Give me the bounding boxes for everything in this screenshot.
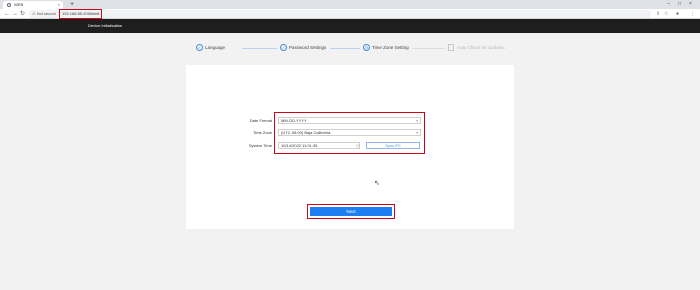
step-connector: [330, 48, 360, 49]
time-zone-value: (UTC-08:00) Baja California: [281, 130, 331, 135]
new-tab-button[interactable]: +: [70, 0, 74, 9]
not-secure-indicator[interactable]: ⚠ Not secure: [32, 10, 56, 18]
reload-icon[interactable]: ↻: [20, 9, 25, 19]
maximize-button[interactable]: □: [678, 0, 681, 9]
check-circle-icon: ✓: [196, 44, 203, 51]
url-text[interactable]: 192.168.55.209/#/init: [59, 9, 103, 19]
highlight-box: Next: [307, 204, 395, 219]
browser-tab-strip: WEB × + – □ ×: [0, 0, 700, 9]
time-zone-panel: Date Format MM-DD-YYYY ▾ Time Zone (UTC-…: [186, 65, 514, 229]
step-label: Language: [205, 45, 226, 50]
date-format-select[interactable]: MM-DD-YYYY ▾: [278, 117, 421, 124]
address-bar[interactable]: ⚠ Not secure 192.168.55.209/#/init: [29, 9, 651, 19]
next-button[interactable]: Next: [310, 207, 392, 216]
tab-title: WEB: [14, 2, 24, 7]
bookmark-star-icon[interactable]: ☆: [664, 9, 668, 19]
clock-icon[interactable]: ◷: [356, 142, 360, 149]
browser-toolbar: ← → ↻ ⚠ Not secure 192.168.55.209/#/init…: [0, 9, 700, 19]
step-label: Password Settings: [289, 45, 327, 50]
document-icon: [448, 44, 454, 51]
chevron-down-icon: ▾: [416, 119, 418, 123]
page-title: Device Initialization: [88, 23, 123, 28]
step-label: Auto Check for Updates: [457, 45, 505, 50]
mouse-cursor-icon: ⇖: [374, 180, 380, 187]
app-header: Device Initialization: [0, 19, 700, 33]
back-icon[interactable]: ←: [4, 9, 10, 19]
check-circle-icon: ✓: [280, 44, 287, 51]
close-window-button[interactable]: ×: [689, 0, 692, 9]
system-time-value: 10/14/2022 11:01:35: [281, 143, 318, 148]
globe-icon: [7, 3, 11, 7]
system-time-label: System Time: [248, 143, 272, 148]
time-zone-label: Time Zone: [253, 130, 272, 135]
browser-tab[interactable]: WEB ×: [3, 1, 63, 9]
date-format-label: Date Format: [249, 118, 272, 123]
date-format-value: MM-DD-YYYY: [281, 118, 307, 123]
forward-icon[interactable]: →: [12, 9, 18, 19]
clock-circle-icon: ◷: [363, 44, 370, 51]
chevron-down-icon: ▾: [416, 131, 418, 135]
sync-pc-button[interactable]: Sync PC: [366, 142, 420, 149]
step-connector: [242, 48, 277, 49]
profile-icon[interactable]: ●: [676, 9, 679, 19]
system-time-input[interactable]: 10/14/2022 11:01:35: [278, 142, 360, 149]
menu-icon[interactable]: ⋮: [690, 9, 695, 19]
close-tab-icon[interactable]: ×: [58, 1, 60, 9]
time-zone-select[interactable]: (UTC-08:00) Baja California ▾: [278, 129, 421, 136]
step-connector: [412, 48, 445, 49]
share-icon[interactable]: ⇪: [656, 9, 660, 19]
minimize-button[interactable]: –: [667, 0, 670, 9]
step-label: Time Zone Setting: [372, 45, 409, 50]
